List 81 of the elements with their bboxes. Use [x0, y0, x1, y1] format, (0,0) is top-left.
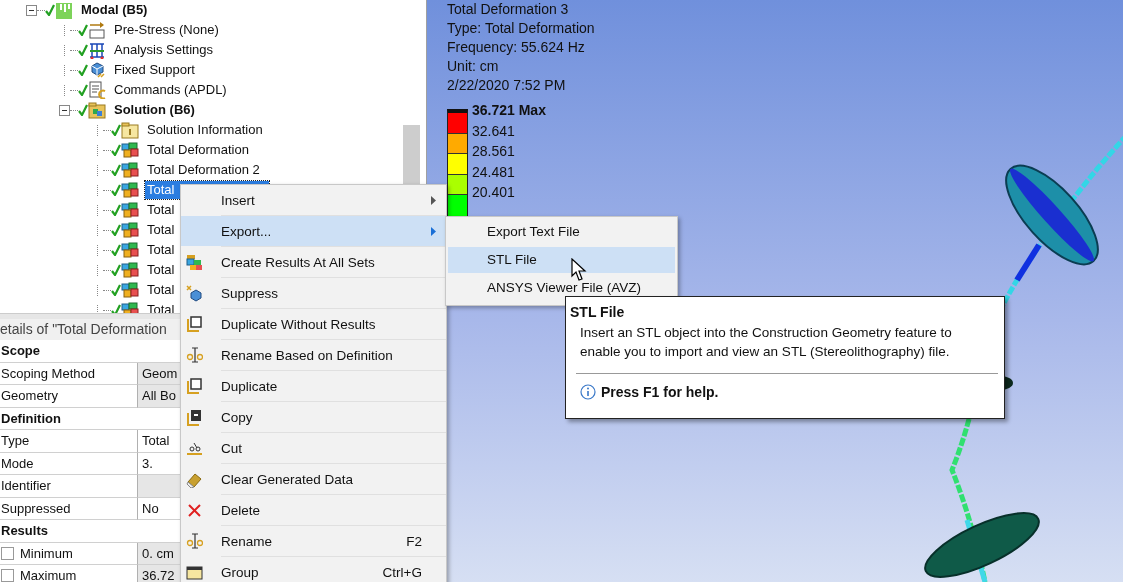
tree-item[interactable]: Total Deformation — [145, 141, 251, 159]
info-folder-icon — [121, 121, 139, 139]
menu-label: Cut — [221, 440, 243, 456]
colored-cubes-icon — [186, 253, 203, 271]
tree-item[interactable]: Modal (B5) — [79, 1, 150, 19]
menu-item[interactable]: Create Results At All Sets — [181, 247, 446, 277]
menu-item[interactable]: Suppress — [181, 278, 446, 308]
property-label: Maximum — [20, 567, 77, 582]
colored-cubes-icon — [121, 221, 139, 239]
scrollbar-thumb[interactable] — [403, 125, 420, 185]
menu-item[interactable]: Export Text File — [448, 219, 675, 245]
colored-cubes-icon — [121, 241, 139, 259]
tooltip-text: Insert an STL object into the Construction Geometry feature to enable you to import and view an STL (Stereolithography) file. — [579, 324, 953, 361]
info-icon — [580, 384, 596, 400]
cube-icon — [88, 61, 106, 79]
checkbox[interactable] — [1, 569, 14, 582]
menu-label: Suppress — [221, 285, 280, 301]
colored-cubes-icon — [121, 181, 139, 199]
menu-item[interactable]: Export... — [181, 216, 446, 246]
colored-cubes-icon — [121, 141, 139, 159]
tree-item[interactable]: Solution Information — [145, 121, 265, 139]
tree-item[interactable]: Solution (B6) — [112, 101, 197, 119]
tree-item[interactable]: Total — [145, 201, 177, 219]
help-hint: Press F1 for help. — [601, 384, 719, 400]
menu-label: Clear Generated Data — [221, 471, 355, 487]
menu-item[interactable]: Cut — [181, 433, 446, 463]
cube-icon — [186, 284, 203, 302]
collapse-toggle-icon[interactable] — [26, 4, 37, 16]
result-info-text: 2/22/2020 7:52 PM — [447, 76, 567, 95]
legend-value: 32.641 — [472, 121, 516, 141]
menu-label: Group — [221, 564, 260, 580]
menu-label: Rename Based on Definition — [221, 347, 394, 363]
duplicate-icon — [186, 315, 203, 333]
tree-item[interactable]: Total — [145, 221, 177, 239]
menu-item[interactable]: Clear Generated Data — [181, 464, 446, 494]
tree-item[interactable]: Total — [145, 241, 177, 259]
text-cursor-icon — [186, 532, 203, 550]
colored-cubes-icon — [121, 261, 139, 279]
colored-cubes-icon — [121, 281, 139, 299]
menu-item[interactable]: STL File — [448, 247, 675, 273]
text-cursor-icon — [186, 346, 203, 364]
result-info-text: Frequency: 55.624 Hz — [447, 38, 586, 57]
tooltip-title: STL File — [570, 303, 626, 321]
menu-label: Insert — [221, 192, 256, 208]
menu-label: Create Results At All Sets — [221, 254, 376, 270]
tree-item[interactable]: Pre-Stress (None) — [112, 21, 221, 39]
result-info-text: Unit: cm — [447, 57, 500, 76]
tree-item[interactable]: Total — [145, 281, 177, 299]
copy-icon — [186, 408, 203, 426]
legend-value: 20.401 — [472, 183, 516, 203]
tree-item[interactable]: Commands (APDL) — [112, 81, 229, 99]
menu-label: Duplicate Without Results — [221, 316, 377, 332]
property-label: Minimum — [20, 544, 73, 563]
legend-value: 28.561 — [472, 142, 516, 162]
document-icon — [88, 81, 106, 99]
legend-value: 36.721 Max — [472, 101, 546, 120]
result-info-text: Type: Total Deformation — [447, 19, 596, 38]
tree-item[interactable]: Total Deformation 2 — [145, 161, 262, 179]
folder-icon — [88, 101, 106, 119]
shortcut-text: Ctrl+G — [382, 564, 422, 580]
arrow-icon — [88, 21, 106, 39]
result-info-text: Total Deformation 3 — [447, 0, 570, 19]
menu-item[interactable]: Delete — [181, 495, 446, 525]
delete-icon — [186, 501, 203, 519]
tree-item[interactable]: Total — [145, 261, 177, 279]
colored-cubes-icon — [121, 161, 139, 179]
mouse-pointer-icon — [571, 258, 587, 282]
collapse-toggle-icon[interactable] — [59, 104, 70, 116]
grid-icon — [88, 41, 106, 59]
colored-cubes-icon — [121, 201, 139, 219]
tree-item[interactable]: Fixed Support — [112, 61, 197, 79]
menu-item[interactable]: Insert — [181, 185, 446, 215]
checkbox[interactable] — [1, 546, 14, 560]
legend-value: 24.481 — [472, 162, 516, 182]
tree-item[interactable]: Analysis Settings — [112, 41, 215, 59]
menu-item[interactable]: Rename Based on Definition — [181, 340, 446, 370]
duplicate-icon — [186, 377, 203, 395]
menu-label: Export... — [221, 223, 273, 239]
folder-icon — [186, 563, 203, 581]
menu-label: Delete — [221, 502, 262, 518]
menu-label: Copy — [221, 409, 254, 425]
